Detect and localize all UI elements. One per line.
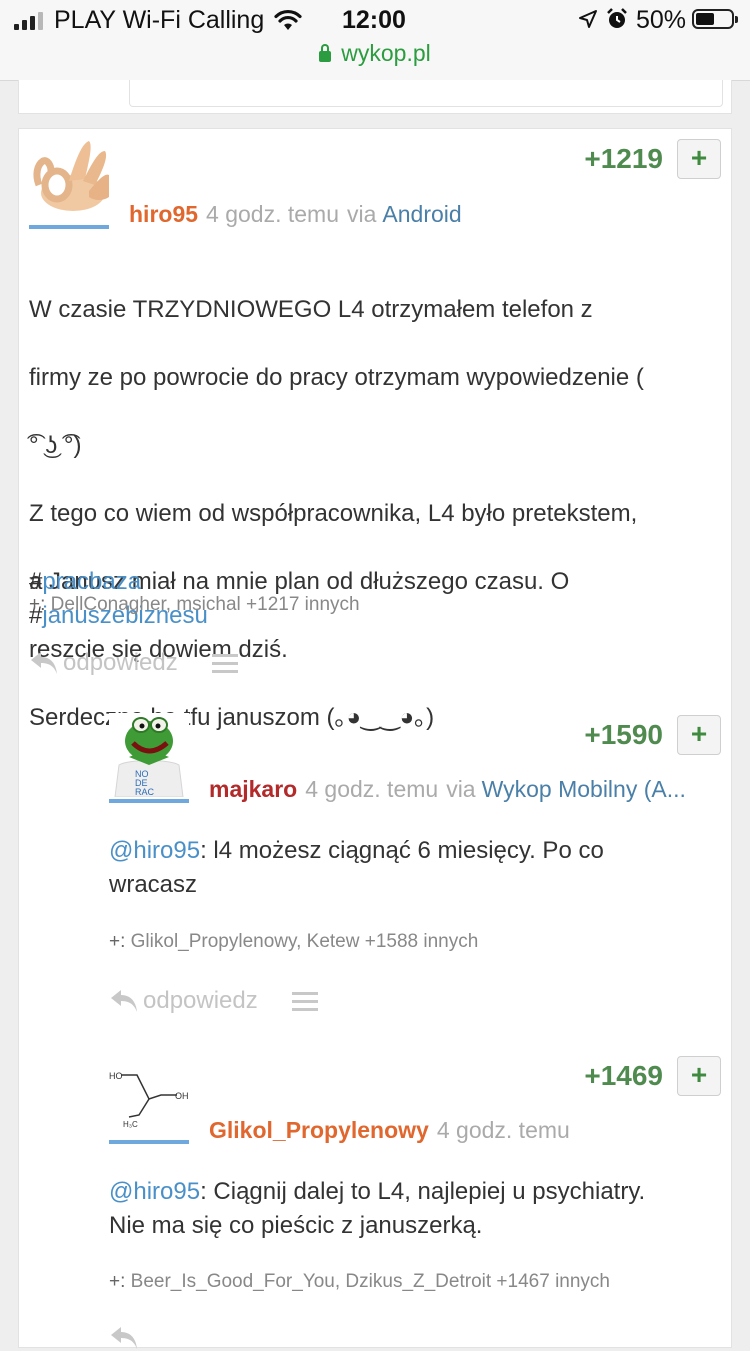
comment-actions [109, 1325, 139, 1351]
entry-via-app-link[interactable]: Android [382, 201, 461, 227]
mention-link[interactable]: @hiro95 [109, 837, 200, 864]
comment-timestamp[interactable]: 4 godz. temu [305, 776, 438, 802]
address-bar[interactable]: wykop.pl [0, 40, 750, 67]
entry-via-label: via [347, 201, 377, 227]
battery-percent: 50% [636, 6, 687, 34]
plusers-prefix: +: [29, 594, 46, 615]
plusers-prefix: +: [109, 931, 126, 952]
svg-text:RAC: RAC [135, 787, 155, 797]
comment-vote-count: +1469 [584, 1060, 663, 1091]
entry-card: +1219 + hiro95 4 godz. temu via Android W c… [18, 128, 732, 1351]
battery-icon [692, 9, 738, 29]
previous-entry-bottom [18, 80, 732, 114]
clock-time: 12:00 [342, 6, 406, 34]
entry-vote-count: +1219 [584, 143, 663, 174]
status-bar: PLAY Wi-Fi Calling 12:00 50% wykop.pl [0, 0, 750, 81]
comment-via-label: via [446, 776, 476, 802]
carrier-label: PLAY Wi-Fi Calling [54, 6, 265, 34]
entry-reply-button[interactable]: odpowiedz [63, 649, 178, 677]
entry-actions: odpowiedz [29, 649, 238, 677]
comment-actions: odpowiedz [109, 987, 318, 1015]
propylene-glycol-avatar-image: HO OH H₃C [109, 1055, 189, 1139]
avatar-underline [29, 225, 109, 229]
plusers-list[interactable]: Glikol_Propylenowy, Ketew +1588 innych [131, 931, 479, 952]
comment-reply-button[interactable]: odpowiedz [143, 987, 258, 1015]
entry-body-line: W czasie TRZYDNIOWEGO L4 otrzymałem tele… [29, 296, 593, 323]
url-text: wykop.pl [341, 40, 431, 66]
comment-via-app-link[interactable]: Wykop Mobilny (A... [482, 776, 686, 802]
entry-body-line: firmy ze po powrocie do pracy otrzymam w… [29, 364, 644, 391]
avatar-glikol-propylenowy[interactable]: HO OH H₃C [109, 1055, 189, 1139]
comment-body: @hiro95: Ciągnij dalej to L4, najlepiej … [109, 1175, 719, 1243]
avatar-underline [109, 1140, 189, 1144]
kermit-avatar-image: NO DE RAC [109, 713, 189, 797]
plusers-prefix: +: [109, 1271, 126, 1292]
location-arrow-icon [579, 10, 597, 28]
comment-vote-count: +1590 [584, 719, 663, 750]
signal-icon [14, 12, 43, 30]
comment-upvote-button[interactable]: + [677, 1056, 721, 1096]
chem-label: H₃C [123, 1120, 138, 1129]
entry-body: W czasie TRZYDNIOWEGO L4 otrzymałem tele… [29, 259, 719, 769]
avatar-majkaro[interactable]: NO DE RAC [109, 713, 189, 797]
comment-plusers: +: Glikol_Propylenowy, Ketew +1588 innyc… [109, 931, 478, 953]
chem-label: HO [109, 1071, 123, 1081]
comment-meta: Glikol_Propylenowy 4 godz. temu [209, 1117, 719, 1144]
alarm-clock-icon [607, 8, 627, 28]
plusers-list[interactable]: DellConagher, msichal +1217 innych [51, 594, 360, 615]
entry-timestamp[interactable]: 4 godz. temu [206, 201, 339, 227]
entry-body-line: Z tego co wiem od współpracownika, L4 by… [29, 500, 638, 527]
reply-icon[interactable] [29, 650, 59, 676]
wifi-icon [274, 9, 302, 30]
entry-tags: #pracbaza #januszebiznesu [29, 531, 719, 633]
avatar-underline [109, 799, 189, 803]
ok-hand-avatar-image [29, 135, 109, 219]
entry-plusers: +: DellConagher, msichal +1217 innych [29, 594, 360, 616]
mention-link[interactable]: @hiro95 [109, 1178, 200, 1205]
lock-icon [319, 44, 332, 62]
chem-label: OH [175, 1091, 189, 1101]
tag-link-pracbaza[interactable]: pracbaza [42, 568, 141, 595]
entry-meta: hiro95 4 godz. temu via Android [129, 201, 719, 228]
comment-plusers: +: Beer_Is_Good_For_You, Dzikus_Z_Detroi… [109, 1271, 610, 1293]
comment-author-link[interactable]: Glikol_Propylenowy [209, 1117, 429, 1143]
comment-author-link[interactable]: majkaro [209, 776, 297, 802]
entry-menu-icon[interactable] [211, 653, 238, 673]
comment-timestamp[interactable]: 4 godz. temu [437, 1117, 570, 1143]
comment-meta: majkaro 4 godz. temu via Wykop Mobilny (A..… [209, 776, 719, 803]
comment-upvote-button[interactable]: + [677, 715, 721, 755]
comment-menu-icon[interactable] [291, 991, 318, 1011]
entry-upvote-button[interactable]: + [677, 139, 721, 179]
entry-body-line: ͡° ͜ʖ ͡°) [29, 432, 82, 459]
reply-icon[interactable] [109, 1325, 139, 1351]
entry-author-link[interactable]: hiro95 [129, 201, 198, 227]
reply-icon[interactable] [109, 988, 139, 1014]
tag-hash: # [29, 568, 43, 595]
plusers-list[interactable]: Beer_Is_Good_For_You, Dzikus_Z_Detroit +… [131, 1271, 610, 1292]
comment-body: @hiro95: l4 możesz ciągnąć 6 miesięcy. P… [109, 834, 719, 902]
avatar-hiro95[interactable] [29, 135, 109, 219]
